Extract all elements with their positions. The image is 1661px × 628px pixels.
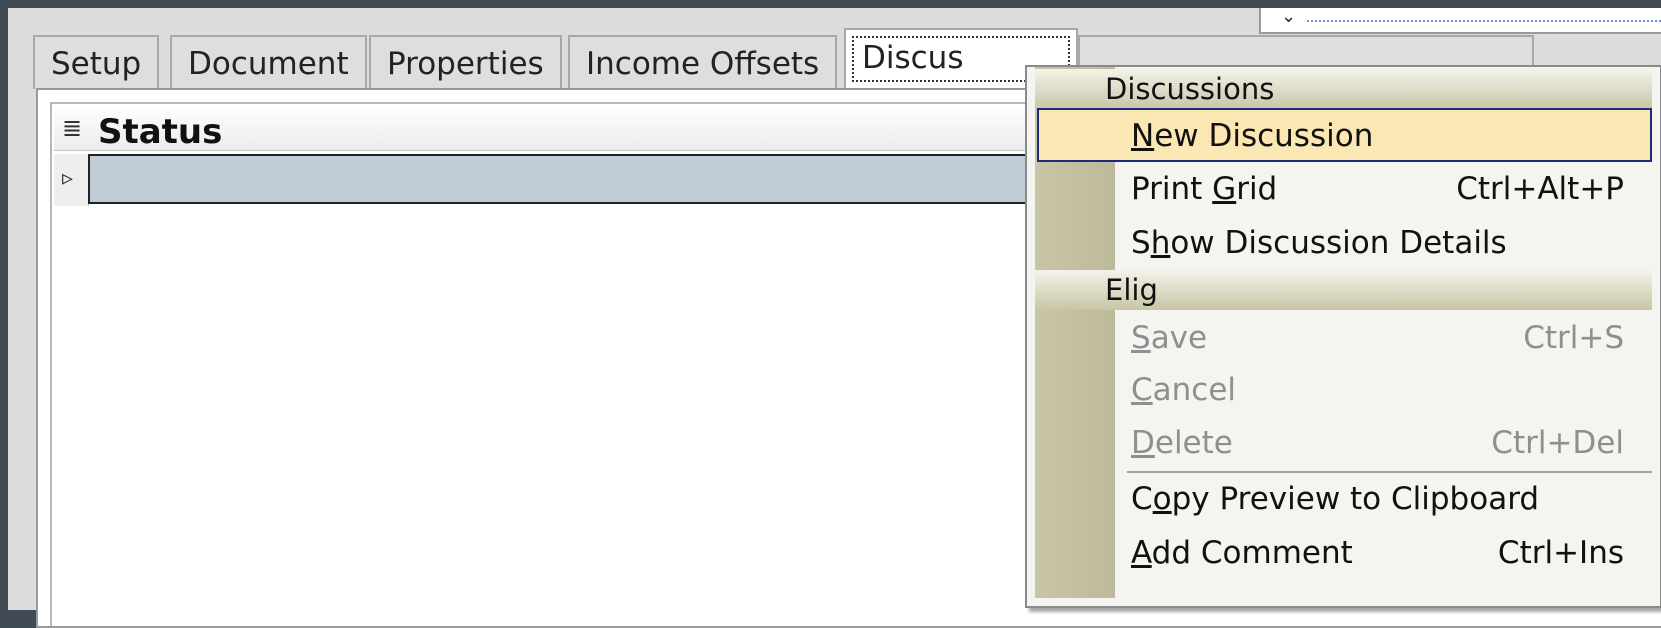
tab-properties[interactable]: Properties [369, 35, 562, 89]
chevron-down-icon[interactable]: ⌄ [1281, 6, 1296, 27]
grid-title: Status [98, 112, 223, 152]
top-combo-box[interactable]: ⌄ [1259, 6, 1661, 34]
context-menu: Discussions New Discussion Print Grid Ct… [1025, 65, 1661, 608]
column-chooser-icon[interactable]: ≣ [62, 116, 82, 140]
application-window: ⌄ Setup Document Properties Income Offse… [8, 6, 1661, 628]
menu-section-elig: Elig [1035, 270, 1652, 310]
combo-focus-outline [1307, 20, 1661, 22]
row-selector[interactable]: ▹ [54, 154, 89, 206]
menu-item-delete[interactable]: Delete Ctrl+Del [1117, 417, 1640, 469]
tab-setup[interactable]: Setup [33, 35, 160, 89]
tab-income-offsets[interactable]: Income Offsets [568, 35, 838, 89]
menu-item-save[interactable]: Save Ctrl+S [1117, 312, 1640, 364]
menu-item-copy-preview[interactable]: Copy Preview to Clipboard [1117, 473, 1640, 525]
shortcut-label: Ctrl+Ins [1497, 535, 1624, 571]
menu-item-new-discussion[interactable]: New Discussion [1037, 108, 1652, 162]
menu-item-show-discussion-details[interactable]: Show Discussion Details [1117, 217, 1640, 269]
menu-item-print-grid[interactable]: Print Grid Ctrl+Alt+P [1117, 163, 1640, 215]
shortcut-label: Ctrl+Del [1491, 425, 1624, 461]
shortcut-label: Ctrl+Alt+P [1456, 171, 1624, 207]
shortcut-label: Ctrl+S [1523, 320, 1624, 356]
menu-section-discussions: Discussions [1035, 69, 1652, 109]
tab-document[interactable]: Document [170, 35, 367, 89]
row-pointer-icon: ▹ [62, 166, 74, 191]
menu-item-cancel[interactable]: Cancel [1117, 364, 1640, 416]
menu-item-add-comment[interactable]: Add Comment Ctrl+Ins [1117, 527, 1640, 579]
